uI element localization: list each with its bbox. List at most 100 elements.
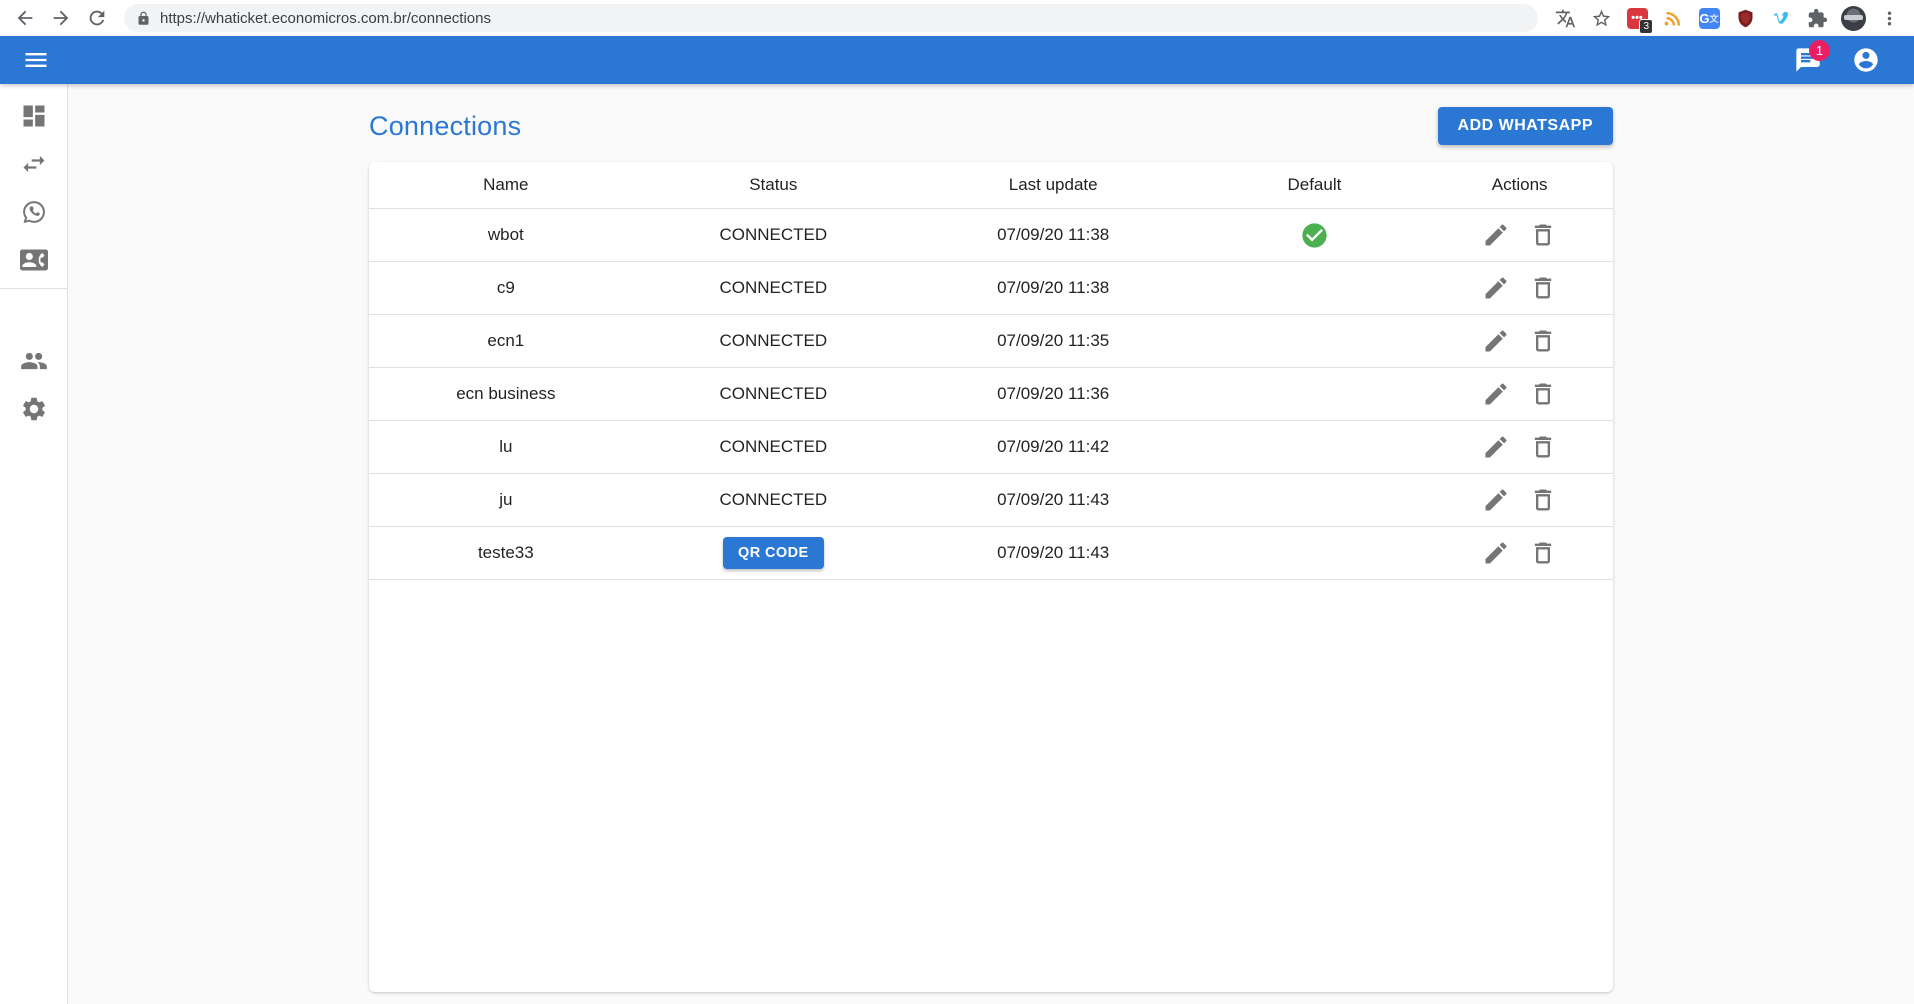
app-bar: 1 bbox=[0, 36, 1914, 84]
table-row: ecn business CONNECTED 07/09/20 11:36 bbox=[369, 368, 1613, 421]
rss-feed-icon[interactable] bbox=[1658, 3, 1688, 33]
pencil-icon bbox=[1482, 539, 1510, 567]
table-header-row: Name Status Last update Default Actions bbox=[369, 162, 1613, 209]
cell-last-update: 07/09/20 11:42 bbox=[904, 421, 1203, 474]
refresh-button[interactable] bbox=[82, 3, 112, 33]
edit-button[interactable] bbox=[1479, 483, 1513, 517]
header-status: Status bbox=[643, 162, 904, 209]
red-dots-extension-icon[interactable]: ••• 3 bbox=[1622, 3, 1652, 33]
people-icon bbox=[20, 347, 48, 375]
notifications-chat-icon[interactable]: 1 bbox=[1786, 38, 1830, 82]
swap-horiz-icon bbox=[20, 150, 48, 178]
table-row: teste33 QR CODE 07/09/20 11:43 bbox=[369, 527, 1613, 580]
delete-button[interactable] bbox=[1526, 271, 1560, 305]
cell-last-update: 07/09/20 11:43 bbox=[904, 527, 1203, 580]
cell-actions bbox=[1426, 474, 1613, 527]
profile-avatar[interactable] bbox=[1838, 3, 1868, 33]
cell-actions bbox=[1426, 368, 1613, 421]
status-text: CONNECTED bbox=[719, 384, 827, 403]
sidebar-item-contacts[interactable] bbox=[0, 236, 67, 284]
sidebar-item-users[interactable] bbox=[0, 337, 67, 385]
cell-status: CONNECTED bbox=[643, 315, 904, 368]
url-bar[interactable]: https://whaticket.economicros.com.br/con… bbox=[124, 4, 1538, 32]
pencil-icon bbox=[1482, 274, 1510, 302]
edit-button[interactable] bbox=[1479, 377, 1513, 411]
trash-icon bbox=[1529, 221, 1557, 249]
account-circle-icon[interactable] bbox=[1844, 38, 1888, 82]
edit-button[interactable] bbox=[1479, 430, 1513, 464]
connections-table-body: wbot CONNECTED 07/09/20 11:38 c9 CONNECT… bbox=[369, 209, 1613, 580]
cell-name: wbot bbox=[369, 209, 643, 262]
ublock-shield-icon[interactable] bbox=[1730, 3, 1760, 33]
sidebar-item-dashboard[interactable] bbox=[0, 92, 67, 140]
cell-actions bbox=[1426, 262, 1613, 315]
pencil-icon bbox=[1482, 327, 1510, 355]
cell-status: CONNECTED bbox=[643, 262, 904, 315]
cell-actions bbox=[1426, 527, 1613, 580]
cell-last-update: 07/09/20 11:38 bbox=[904, 209, 1203, 262]
delete-button[interactable] bbox=[1526, 324, 1560, 358]
main-content: Connections ADD WHATSAPP Name Status Las… bbox=[68, 84, 1914, 1004]
cell-status: CONNECTED bbox=[643, 368, 904, 421]
delete-button[interactable] bbox=[1526, 483, 1560, 517]
connections-card: Name Status Last update Default Actions … bbox=[369, 162, 1613, 992]
whatsapp-icon bbox=[20, 198, 48, 226]
trash-icon bbox=[1529, 274, 1557, 302]
translate-page-icon[interactable] bbox=[1550, 3, 1580, 33]
delete-button[interactable] bbox=[1526, 536, 1560, 570]
browser-menu-icon[interactable] bbox=[1874, 3, 1904, 33]
cell-default bbox=[1202, 368, 1426, 421]
cell-status: QR CODE bbox=[643, 527, 904, 580]
bookmark-star-icon[interactable] bbox=[1586, 3, 1616, 33]
cell-name: teste33 bbox=[369, 527, 643, 580]
cell-actions bbox=[1426, 209, 1613, 262]
cell-default bbox=[1202, 474, 1426, 527]
table-row: lu CONNECTED 07/09/20 11:42 bbox=[369, 421, 1613, 474]
table-row: wbot CONNECTED 07/09/20 11:38 bbox=[369, 209, 1613, 262]
extensions-puzzle-icon[interactable] bbox=[1802, 3, 1832, 33]
cell-name: lu bbox=[369, 421, 643, 474]
menu-icon[interactable] bbox=[14, 38, 58, 82]
sidebar-item-tickets[interactable] bbox=[0, 188, 67, 236]
forward-button[interactable] bbox=[46, 3, 76, 33]
cell-status: CONNECTED bbox=[643, 209, 904, 262]
trash-icon bbox=[1529, 539, 1557, 567]
add-whatsapp-button[interactable]: ADD WHATSAPP bbox=[1438, 107, 1613, 145]
cell-name: ecn1 bbox=[369, 315, 643, 368]
status-text: CONNECTED bbox=[719, 490, 827, 509]
edit-button[interactable] bbox=[1479, 324, 1513, 358]
translate-extension-icon[interactable]: G文 bbox=[1694, 3, 1724, 33]
delete-button[interactable] bbox=[1526, 218, 1560, 252]
cell-default bbox=[1202, 262, 1426, 315]
edit-button[interactable] bbox=[1479, 536, 1513, 570]
back-button[interactable] bbox=[10, 3, 40, 33]
pencil-icon bbox=[1482, 433, 1510, 461]
dashboard-icon bbox=[20, 102, 48, 130]
delete-button[interactable] bbox=[1526, 430, 1560, 464]
url-text: https://whaticket.economicros.com.br/con… bbox=[160, 10, 491, 27]
header-last-update: Last update bbox=[904, 162, 1203, 209]
default-check-icon bbox=[1300, 224, 1329, 243]
cell-default bbox=[1202, 315, 1426, 368]
sidebar-item-settings[interactable] bbox=[0, 385, 67, 433]
cell-default bbox=[1202, 421, 1426, 474]
edit-button[interactable] bbox=[1479, 271, 1513, 305]
cell-name: ecn business bbox=[369, 368, 643, 421]
cell-status: CONNECTED bbox=[643, 421, 904, 474]
header-default: Default bbox=[1202, 162, 1426, 209]
contact-phone-icon bbox=[20, 246, 48, 274]
extension-badge: 3 bbox=[1639, 19, 1653, 34]
notification-badge: 1 bbox=[1809, 40, 1830, 61]
qr-code-button[interactable]: QR CODE bbox=[723, 537, 823, 569]
edit-button[interactable] bbox=[1479, 218, 1513, 252]
cell-default bbox=[1202, 209, 1426, 262]
vimeo-icon[interactable] bbox=[1766, 3, 1796, 33]
header-name: Name bbox=[369, 162, 643, 209]
sidebar-item-connections[interactable] bbox=[0, 140, 67, 188]
header-actions: Actions bbox=[1426, 162, 1613, 209]
cell-actions bbox=[1426, 315, 1613, 368]
browser-toolbar: https://whaticket.economicros.com.br/con… bbox=[0, 0, 1914, 36]
cell-last-update: 07/09/20 11:35 bbox=[904, 315, 1203, 368]
cell-actions bbox=[1426, 421, 1613, 474]
delete-button[interactable] bbox=[1526, 377, 1560, 411]
